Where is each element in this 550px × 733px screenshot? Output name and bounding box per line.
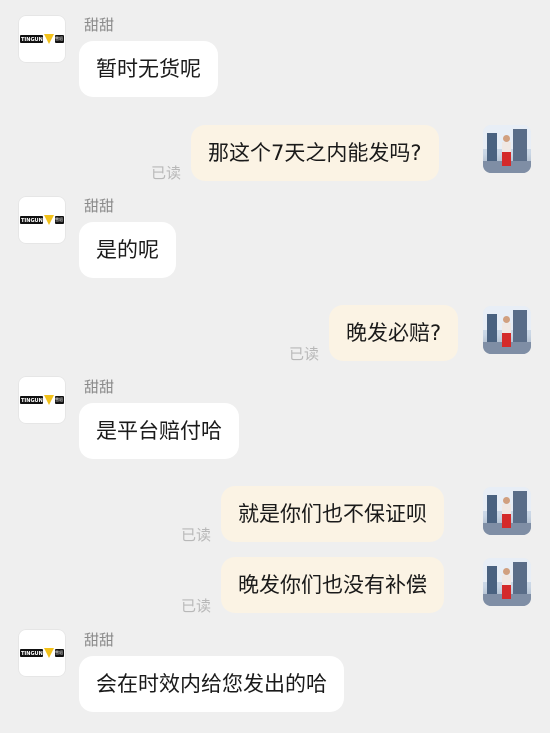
user-avatar[interactable] [483, 125, 531, 173]
brand-logo-icon: TINGUN 雪貂 [20, 215, 64, 225]
message-bubble[interactable]: 那这个7天之内能发吗? [191, 125, 439, 181]
read-status: 已读 [151, 164, 182, 182]
brand-logo-icon: TINGUN 雪貂 [20, 395, 64, 405]
sender-name: 甜甜 [84, 631, 115, 649]
sender-avatar[interactable]: TINGUN 雪貂 [18, 196, 66, 244]
message-bubble[interactable]: 暂时无货呢 [79, 41, 218, 97]
message-bubble[interactable]: 是平台赔付哈 [79, 403, 239, 459]
brand-logo-icon: TINGUN 雪貂 [20, 34, 64, 44]
user-avatar[interactable] [483, 306, 531, 354]
sender-name: 甜甜 [84, 16, 115, 34]
read-status: 已读 [289, 345, 320, 363]
sender-name: 甜甜 [84, 197, 115, 215]
sender-avatar[interactable]: TINGUN 雪貂 [18, 15, 66, 63]
sender-name: 甜甜 [84, 378, 115, 396]
read-status: 已读 [181, 526, 212, 544]
message-bubble[interactable]: 晚发你们也没有补偿 [221, 557, 444, 613]
message-bubble[interactable]: 晚发必赔? [329, 305, 459, 361]
message-bubble[interactable]: 会在时效内给您发出的哈 [79, 656, 344, 712]
user-avatar[interactable] [483, 487, 531, 535]
brand-logo-icon: TINGUN 雪貂 [20, 648, 64, 658]
message-bubble[interactable]: 是的呢 [79, 222, 176, 278]
message-bubble[interactable]: 就是你们也不保证呗 [221, 486, 444, 542]
read-status: 已读 [181, 597, 212, 615]
sender-avatar[interactable]: TINGUN 雪貂 [18, 629, 66, 677]
sender-avatar[interactable]: TINGUN 雪貂 [18, 376, 66, 424]
user-avatar[interactable] [483, 558, 531, 606]
